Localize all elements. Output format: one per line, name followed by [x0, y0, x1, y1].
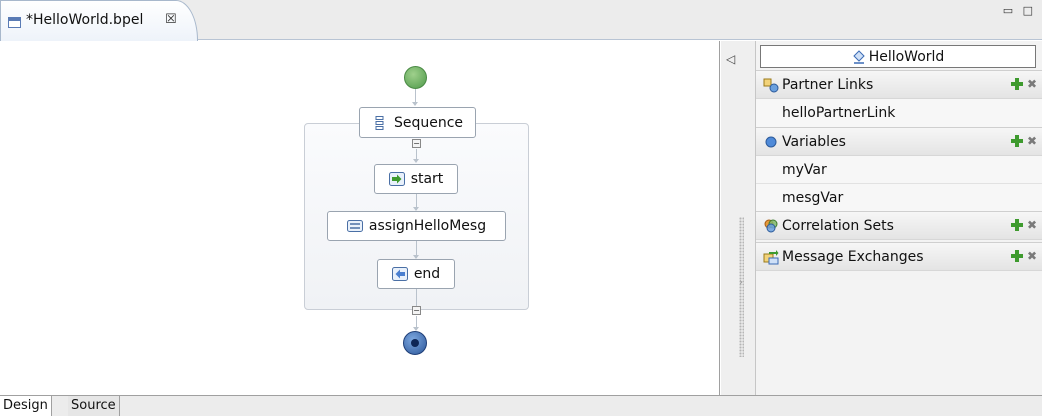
assign-label: assignHelloMesg [368, 218, 487, 234]
connector [416, 289, 417, 306]
delete-correlation-set-icon[interactable]: ✖ [1027, 219, 1038, 231]
maximize-icon[interactable]: □ [1023, 4, 1036, 17]
tab-design[interactable]: Design [0, 396, 52, 416]
palette-sash[interactable]: ◁ › [721, 41, 756, 395]
variables-icon [763, 134, 779, 150]
message-exchanges-icon [763, 249, 779, 265]
variables-label: Variables [782, 133, 846, 150]
window-controls: ▭ □ [1003, 4, 1036, 17]
correlation-sets-label: Correlation Sets [782, 217, 894, 234]
process-name-header[interactable]: HelloWorld [760, 45, 1036, 68]
receive-start-node[interactable]: start [374, 164, 458, 194]
message-exchanges-section[interactable]: Message Exchanges ✖ [756, 242, 1042, 271]
partner-links-section[interactable]: Partner Links ✖ [756, 70, 1042, 99]
receive-icon [388, 172, 405, 186]
editor-tab-helloworld[interactable]: *HelloWorld.bpel ☒ [0, 0, 198, 41]
connector-arrow [413, 159, 419, 163]
sequence-node[interactable]: Sequence [359, 107, 476, 138]
add-correlation-set-icon[interactable] [1011, 219, 1023, 231]
delete-partner-link-icon[interactable]: ✖ [1027, 78, 1038, 90]
correlation-sets-icon [763, 218, 779, 234]
correlation-sets-section[interactable]: Correlation Sets ✖ [756, 211, 1042, 240]
tab-source[interactable]: Source [68, 396, 120, 416]
delete-message-exchange-icon[interactable]: ✖ [1027, 250, 1038, 262]
connector-arrow [412, 102, 418, 106]
end-label: end [413, 266, 441, 282]
add-variable-icon[interactable] [1011, 135, 1023, 147]
bpel-file-icon [8, 17, 21, 28]
design-canvas[interactable]: Sequence − start assignHelloMesg end − [0, 41, 720, 395]
reply-icon [391, 267, 408, 281]
editor-page-tabs: Design Source [0, 395, 1042, 416]
editor-tab-label: *HelloWorld.bpel [26, 12, 144, 28]
partner-links-label: Partner Links [782, 76, 874, 93]
partner-link-item[interactable]: helloPartnerLink [756, 99, 1042, 127]
variables-section[interactable]: Variables ✖ [756, 127, 1042, 156]
process-start-event[interactable] [404, 66, 427, 89]
sequence-icon [372, 115, 388, 130]
collapse-sequence-toggle[interactable]: − [412, 139, 421, 148]
minimize-icon[interactable]: ▭ [1003, 4, 1016, 17]
expand-panel-icon[interactable]: › [739, 277, 743, 288]
add-message-exchange-icon[interactable] [1011, 250, 1023, 262]
process-icon [852, 49, 866, 64]
variable-item[interactable]: mesgVar [756, 184, 1042, 212]
editor-tab-bar: *HelloWorld.bpel ☒ ▭ □ [0, 0, 1042, 41]
sequence-label: Sequence [393, 114, 464, 131]
start-label: start [410, 171, 444, 187]
process-end-event[interactable] [403, 331, 427, 355]
close-tab-icon[interactable]: ☒ [165, 12, 177, 27]
collapse-scope-toggle[interactable]: − [412, 306, 421, 315]
collapse-panel-icon[interactable]: ◁ [726, 52, 735, 66]
variable-item[interactable]: myVar [756, 156, 1042, 184]
partner-links-icon [763, 77, 779, 93]
process-outline-panel: HelloWorld Partner Links ✖ helloPartnerL… [756, 41, 1042, 395]
message-exchanges-label: Message Exchanges [782, 248, 924, 265]
delete-variable-icon[interactable]: ✖ [1027, 135, 1038, 147]
assign-icon [346, 219, 363, 233]
process-name: HelloWorld [868, 48, 945, 65]
add-partner-link-icon[interactable] [1011, 78, 1023, 90]
assign-hello-mesg-node[interactable]: assignHelloMesg [327, 211, 506, 241]
reply-end-node[interactable]: end [377, 259, 455, 289]
